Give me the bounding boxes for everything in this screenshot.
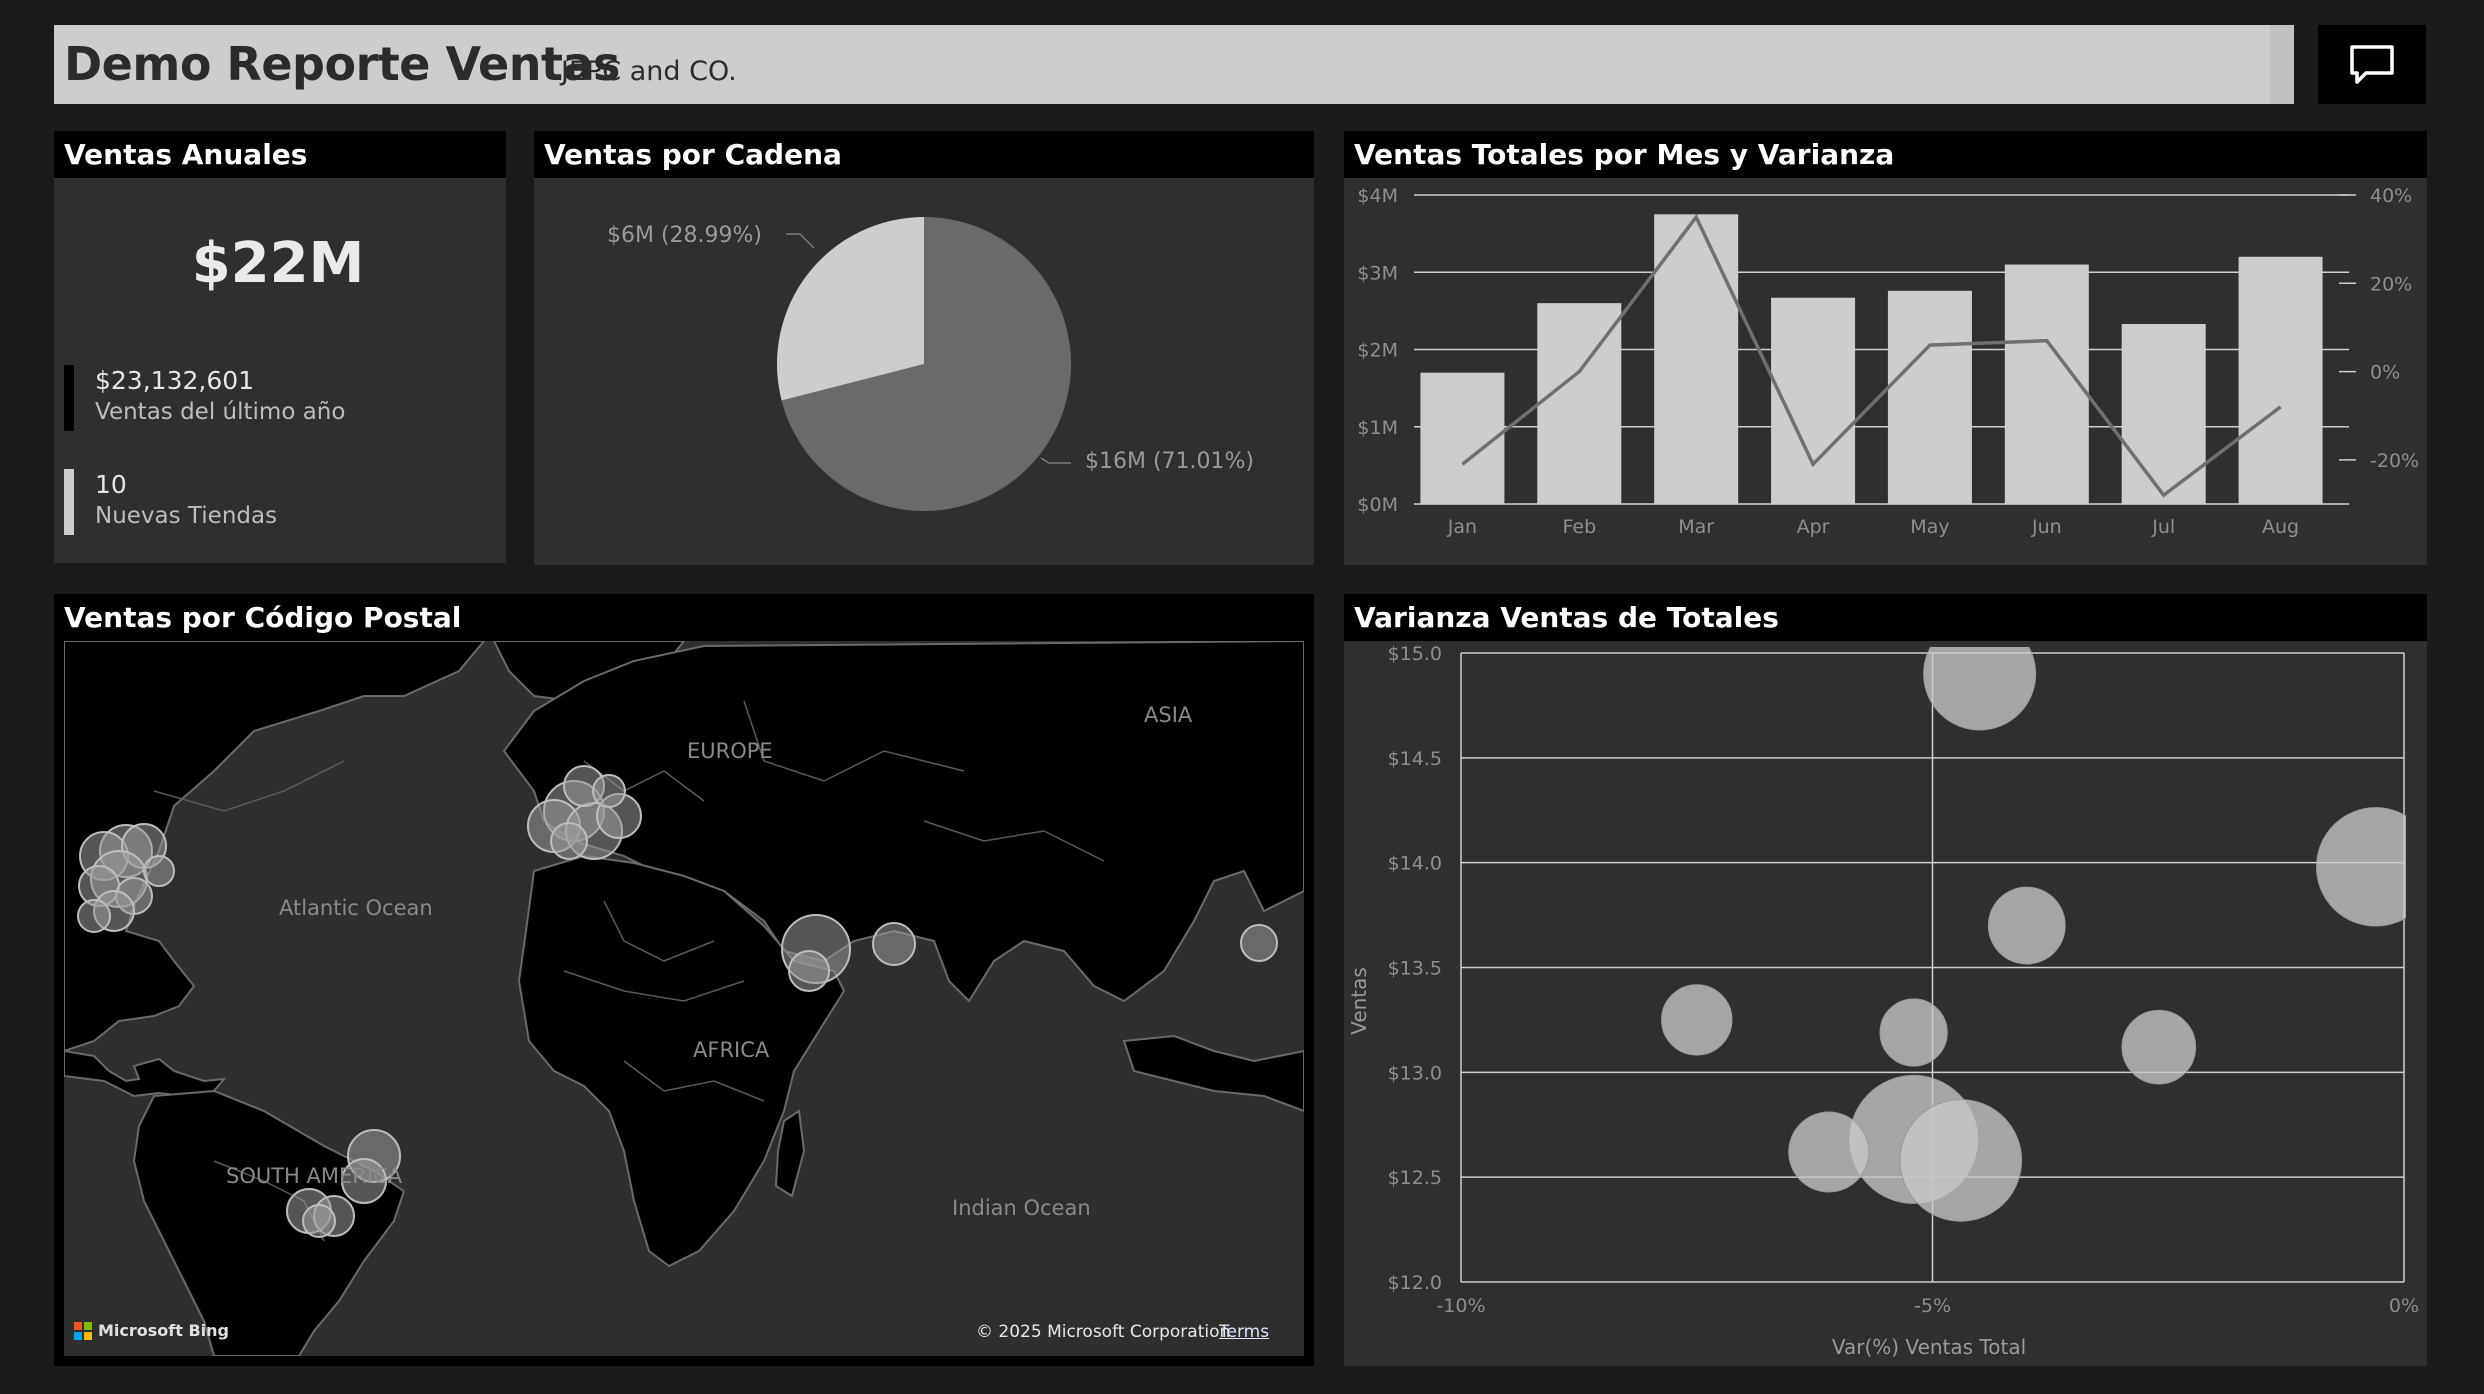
y-tick-label: $2M xyxy=(1357,340,1398,362)
map-label-south-america: SOUTH AMERICA xyxy=(226,1164,403,1188)
map-bubble[interactable] xyxy=(788,950,830,992)
y2-tick-label: 20% xyxy=(2370,273,2412,295)
x-tick-label: Jun xyxy=(2031,516,2062,538)
y-tick-label: $3M xyxy=(1357,262,1398,284)
bing-logo: Microsoft Bing xyxy=(74,1321,229,1340)
pie-leader-line xyxy=(799,233,815,249)
map-bubble[interactable] xyxy=(1240,924,1278,962)
bubble-chart-title: Varianza Ventas de Totales xyxy=(1344,594,2427,641)
kpi-item-label: Nuevas Tiendas xyxy=(95,503,278,529)
y-tick-label: $15.0 xyxy=(1388,643,1442,665)
map-terms-link[interactable]: Terms xyxy=(1219,1322,1269,1342)
map-label-atlantic-ocean: Atlantic Ocean xyxy=(279,896,433,920)
x-tick-label: Jul xyxy=(2151,516,2175,538)
map-bubble[interactable] xyxy=(143,855,175,887)
bubble-point[interactable] xyxy=(1879,998,1948,1067)
y-tick-label: $13.5 xyxy=(1388,958,1442,980)
bubble-x-axis-label: Var(%) Ventas Total xyxy=(1832,1335,2026,1359)
y-tick-label: $12.5 xyxy=(1388,1167,1442,1189)
map-label-indian-ocean: Indian Ocean xyxy=(952,1196,1091,1220)
bubble-point[interactable] xyxy=(1899,1099,2023,1222)
kpi-value: $22M xyxy=(191,231,365,296)
map-bubble[interactable] xyxy=(77,899,111,933)
kpi-indicator-bar xyxy=(64,469,74,535)
bar[interactable] xyxy=(1887,290,1972,504)
combo-chart-card: Ventas Totales por Mes y Varianza $0M $1M… xyxy=(1344,131,2427,565)
map-canvas[interactable]: EUROPE ASIA Atlantic Ocean AFRICA SOUTH … xyxy=(64,641,1304,1356)
bubble-point[interactable] xyxy=(1788,1111,1870,1193)
map-bubble[interactable] xyxy=(872,922,916,966)
map-bubble-layer xyxy=(77,765,1278,1238)
map-label-europe: EUROPE xyxy=(687,739,773,763)
y-tick-label: $14.0 xyxy=(1388,853,1442,875)
pie-card: Ventas por Cadena $6M (28.99%) $16M (71.… xyxy=(534,131,1314,565)
page-subtitle: JEPC and CO. xyxy=(561,56,737,87)
y-tick-label: $0M xyxy=(1357,494,1398,516)
comment-button[interactable] xyxy=(2318,25,2426,104)
pie-label-small: $6M (28.99%) xyxy=(607,223,762,248)
map-bubble[interactable] xyxy=(302,1204,336,1238)
bubble-chart-card: Varianza Ventas de Totales $12.0 $12.5 $13… xyxy=(1344,594,2427,1366)
report-header: Demo Reporte Ventas JEPC and CO. xyxy=(54,25,2294,104)
x-tick-label: Apr xyxy=(1797,516,1830,538)
x-tick-label: May xyxy=(1910,516,1949,538)
microsoft-logo-icon xyxy=(74,1321,92,1340)
pie-chart[interactable]: $6M (28.99%) $16M (71.01%) xyxy=(534,178,1314,565)
bubble-point[interactable] xyxy=(2121,1009,2197,1085)
map-label-asia: ASIA xyxy=(1144,703,1193,727)
x-tick-label: -10% xyxy=(1436,1295,1485,1317)
y-tick-label: $13.0 xyxy=(1388,1062,1442,1084)
bing-logo-text: Microsoft Bing xyxy=(98,1321,229,1340)
kpi-indicator-bar xyxy=(64,365,74,431)
map-bubble[interactable] xyxy=(592,774,626,808)
y-tick-label: $1M xyxy=(1357,417,1398,439)
y-tick-label: $12.0 xyxy=(1388,1272,1442,1294)
map-bubble[interactable] xyxy=(550,822,588,860)
kpi-card: Ventas Anuales $22M $23,132,601 Ventas d… xyxy=(54,131,506,563)
x-tick-label: 0% xyxy=(2389,1295,2419,1317)
kpi-item-label: Ventas del último año xyxy=(95,399,346,425)
page-title: Demo Reporte Ventas xyxy=(64,37,620,91)
x-tick-label: Aug xyxy=(2262,516,2299,538)
x-tick-label: Mar xyxy=(1678,516,1714,538)
map-label-africa: AFRICA xyxy=(693,1038,770,1062)
x-tick-label: Feb xyxy=(1562,516,1596,538)
map-title: Ventas por Código Postal xyxy=(54,594,1314,641)
bar[interactable] xyxy=(1420,372,1505,504)
y-tick-label: $14.5 xyxy=(1388,748,1442,770)
bar[interactable] xyxy=(2004,264,2089,504)
bubble-chart[interactable]: $12.0 $12.5 $13.0 $13.5 $14.0 $14.5 $15.0 -10% -… xyxy=(1344,641,2427,1366)
map-copyright: © 2025 Microsoft Corporation xyxy=(976,1322,1231,1342)
pie-title: Ventas por Cadena xyxy=(534,131,1314,178)
bubble-point[interactable] xyxy=(1987,886,2066,965)
comment-icon xyxy=(2350,44,2394,84)
bar[interactable] xyxy=(2121,324,2206,504)
pie-leader-line xyxy=(1040,457,1071,464)
map-card: Ventas por Código Postal EUROPE ASIA Atl… xyxy=(54,594,1314,1366)
combo-chart-title: Ventas Totales por Mes y Varianza xyxy=(1344,131,2427,178)
pie-label-large: $16M (71.01%) xyxy=(1085,449,1254,474)
y2-tick-label: 40% xyxy=(2370,185,2412,207)
x-tick-label: Jan xyxy=(1447,516,1477,538)
x-tick-label: -5% xyxy=(1914,1295,1951,1317)
kpi-title: Ventas Anuales xyxy=(54,131,506,178)
combo-chart[interactable]: $0M $1M $2M $3M $4M -20% 0% 20% 40% Jan Feb Mar Apr M… xyxy=(1344,178,2427,565)
bubble-point[interactable] xyxy=(1923,641,2037,731)
kpi-item-value: $23,132,601 xyxy=(95,366,255,395)
kpi-item-value: 10 xyxy=(95,470,127,499)
y2-tick-label: 0% xyxy=(2370,362,2400,384)
bubble-point[interactable] xyxy=(2316,807,2427,927)
y-tick-label: $4M xyxy=(1357,185,1398,207)
y2-tick-label: -20% xyxy=(2370,450,2419,472)
bubble-point[interactable] xyxy=(1661,984,1733,1056)
bubble-y-axis-label: Ventas xyxy=(1347,967,1371,1035)
bar[interactable] xyxy=(2238,256,2323,504)
header-edge xyxy=(2270,25,2294,104)
